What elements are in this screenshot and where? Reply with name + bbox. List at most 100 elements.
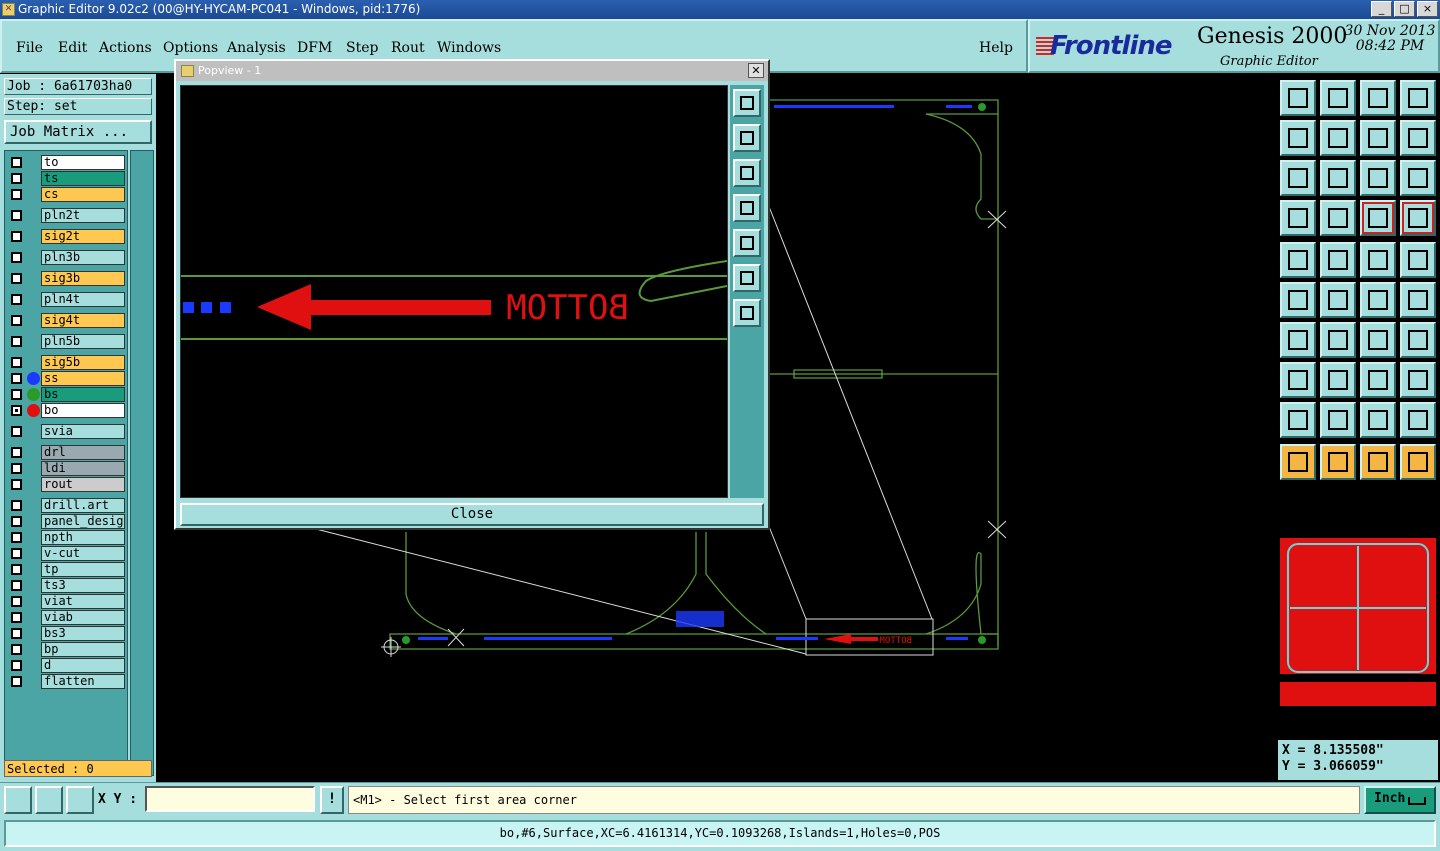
layer-row-tp[interactable]: tp bbox=[7, 562, 127, 577]
layer-name[interactable]: bs3 bbox=[41, 626, 125, 641]
xy-input[interactable] bbox=[145, 786, 315, 812]
layer-row-pln3b[interactable]: pln3b bbox=[7, 250, 127, 265]
layer-row-ts3[interactable]: ts3 bbox=[7, 578, 127, 593]
layer-name[interactable]: pln5b bbox=[41, 334, 125, 349]
layer-checkbox[interactable] bbox=[11, 315, 22, 326]
layer-name[interactable]: bo bbox=[41, 403, 125, 418]
layer-row-bs3[interactable]: bs3 bbox=[7, 626, 127, 641]
home-view-icon[interactable] bbox=[1360, 80, 1396, 116]
pad-add-icon[interactable] bbox=[1280, 362, 1316, 398]
layer-checkbox[interactable] bbox=[11, 564, 22, 575]
popview-pan-down-icon[interactable] bbox=[733, 159, 761, 187]
layer-checkbox[interactable] bbox=[11, 157, 22, 168]
move-pad-2-icon[interactable] bbox=[1400, 282, 1436, 318]
layer-checkbox[interactable] bbox=[11, 500, 22, 511]
layer-row-panel-design[interactable]: panel_design bbox=[7, 514, 127, 529]
layer-checkbox[interactable] bbox=[11, 231, 22, 242]
layer-checkbox[interactable] bbox=[11, 426, 22, 437]
layer-name[interactable]: panel_design bbox=[41, 514, 125, 529]
layer-row-pln2t[interactable]: pln2t bbox=[7, 208, 127, 223]
layer-name[interactable]: d bbox=[41, 658, 125, 673]
pointer-icon[interactable] bbox=[1280, 444, 1316, 480]
layer-red-2-icon[interactable] bbox=[1400, 200, 1436, 236]
menu-windows[interactable]: Windows bbox=[437, 40, 501, 56]
snap-mode-icon[interactable] bbox=[4, 786, 32, 814]
cross-icon[interactable] bbox=[1320, 282, 1356, 318]
arc-icon[interactable] bbox=[1360, 322, 1396, 358]
popview-zoom-in-icon[interactable] bbox=[733, 264, 761, 292]
layer-row-rout[interactable]: rout bbox=[7, 477, 127, 492]
units-dropdown[interactable]: Inch bbox=[1364, 786, 1436, 814]
layer-checkbox[interactable] bbox=[11, 189, 22, 200]
dimension-icon[interactable] bbox=[1360, 362, 1396, 398]
menu-dfm[interactable]: DFM bbox=[297, 40, 332, 56]
layer-checkbox[interactable] bbox=[11, 173, 22, 184]
layer-name[interactable]: v-cut bbox=[41, 546, 125, 561]
layer-checkbox[interactable] bbox=[11, 479, 22, 490]
layer-name[interactable]: ss bbox=[41, 371, 125, 386]
mirror-icon[interactable] bbox=[1360, 120, 1396, 156]
layer-name[interactable]: cs bbox=[41, 187, 125, 202]
pointer-box-icon[interactable] bbox=[1320, 444, 1356, 480]
grid-snap-icon[interactable] bbox=[66, 786, 94, 814]
layer-checkbox[interactable] bbox=[11, 294, 22, 305]
popview-zoom-home-icon[interactable] bbox=[733, 89, 761, 117]
ruler-icon[interactable] bbox=[1360, 242, 1396, 278]
layer-row-sig5b[interactable]: sig5b bbox=[7, 355, 127, 370]
menu-actions[interactable]: Actions bbox=[99, 40, 152, 56]
layer-name[interactable]: sig5b bbox=[41, 355, 125, 370]
job-matrix-button[interactable]: Job Matrix ... bbox=[4, 120, 152, 144]
circle-icon[interactable] bbox=[1400, 242, 1436, 278]
maximize-button[interactable]: □ bbox=[1394, 1, 1415, 17]
zigzag-icon[interactable] bbox=[1400, 120, 1436, 156]
menu-options[interactable]: Options bbox=[163, 40, 218, 56]
layer-checkbox[interactable] bbox=[11, 516, 22, 527]
layer-checkbox[interactable] bbox=[11, 548, 22, 559]
menu-step[interactable]: Step bbox=[346, 40, 378, 56]
layer-row-drill-art[interactable]: drill.art bbox=[7, 498, 127, 513]
layer-checkbox[interactable] bbox=[11, 210, 22, 221]
route-icon[interactable] bbox=[1280, 282, 1316, 318]
route-edit-icon[interactable] bbox=[1400, 444, 1436, 480]
layer-checkbox[interactable] bbox=[11, 644, 22, 655]
layer-name[interactable]: to bbox=[41, 155, 125, 170]
triangle-icon[interactable] bbox=[1280, 402, 1316, 438]
layer-name[interactable]: sig2t bbox=[41, 229, 125, 244]
layer-checkbox[interactable] bbox=[11, 273, 22, 284]
layer-row-cs[interactable]: cs bbox=[7, 187, 127, 202]
properties-icon[interactable] bbox=[1280, 200, 1316, 236]
layer-name[interactable]: ts bbox=[41, 171, 125, 186]
zoom-home-icon[interactable] bbox=[1280, 80, 1316, 116]
layer-checkbox[interactable] bbox=[11, 405, 22, 416]
layer-checkbox[interactable] bbox=[11, 357, 22, 368]
cluster-icon[interactable] bbox=[1400, 362, 1436, 398]
menu-rout[interactable]: Rout bbox=[391, 40, 425, 56]
fit-icon[interactable] bbox=[1280, 160, 1316, 196]
layer-row-bo[interactable]: bo bbox=[7, 403, 127, 418]
layer-row-ss[interactable]: ss bbox=[7, 371, 127, 386]
layer-row-ts[interactable]: ts bbox=[7, 171, 127, 186]
layer-checkbox[interactable] bbox=[11, 596, 22, 607]
bar-icon[interactable] bbox=[1320, 362, 1356, 398]
layer-row-pln4t[interactable]: pln4t bbox=[7, 292, 127, 307]
layer-row-flatten[interactable]: flatten bbox=[7, 674, 127, 689]
layer-red-icon[interactable] bbox=[1360, 200, 1396, 236]
layer-name[interactable]: tp bbox=[41, 562, 125, 577]
slash-icon[interactable] bbox=[1320, 322, 1356, 358]
layer-name[interactable]: pln3b bbox=[41, 250, 125, 265]
layer-checkbox[interactable] bbox=[11, 612, 22, 623]
pan-right-icon[interactable] bbox=[1320, 120, 1356, 156]
popview-close-icon[interactable]: ✕ bbox=[748, 63, 764, 78]
layer-name[interactable]: bs bbox=[41, 387, 125, 402]
layer-name[interactable]: ldi bbox=[41, 461, 125, 476]
layer-row-sig4t[interactable]: sig4t bbox=[7, 313, 127, 328]
close-window-button[interactable]: × bbox=[1417, 1, 1438, 17]
layer-name[interactable]: rout bbox=[41, 477, 125, 492]
layer-row-sig3b[interactable]: sig3b bbox=[7, 271, 127, 286]
help-icon[interactable] bbox=[1400, 160, 1436, 196]
popview-canvas[interactable]: BOTTOM bbox=[180, 85, 728, 498]
layer-name[interactable]: npth bbox=[41, 530, 125, 545]
move-pad-icon[interactable] bbox=[1360, 282, 1396, 318]
layer-row-ldi[interactable]: ldi bbox=[7, 461, 127, 476]
layer-name[interactable]: svia bbox=[41, 424, 125, 439]
